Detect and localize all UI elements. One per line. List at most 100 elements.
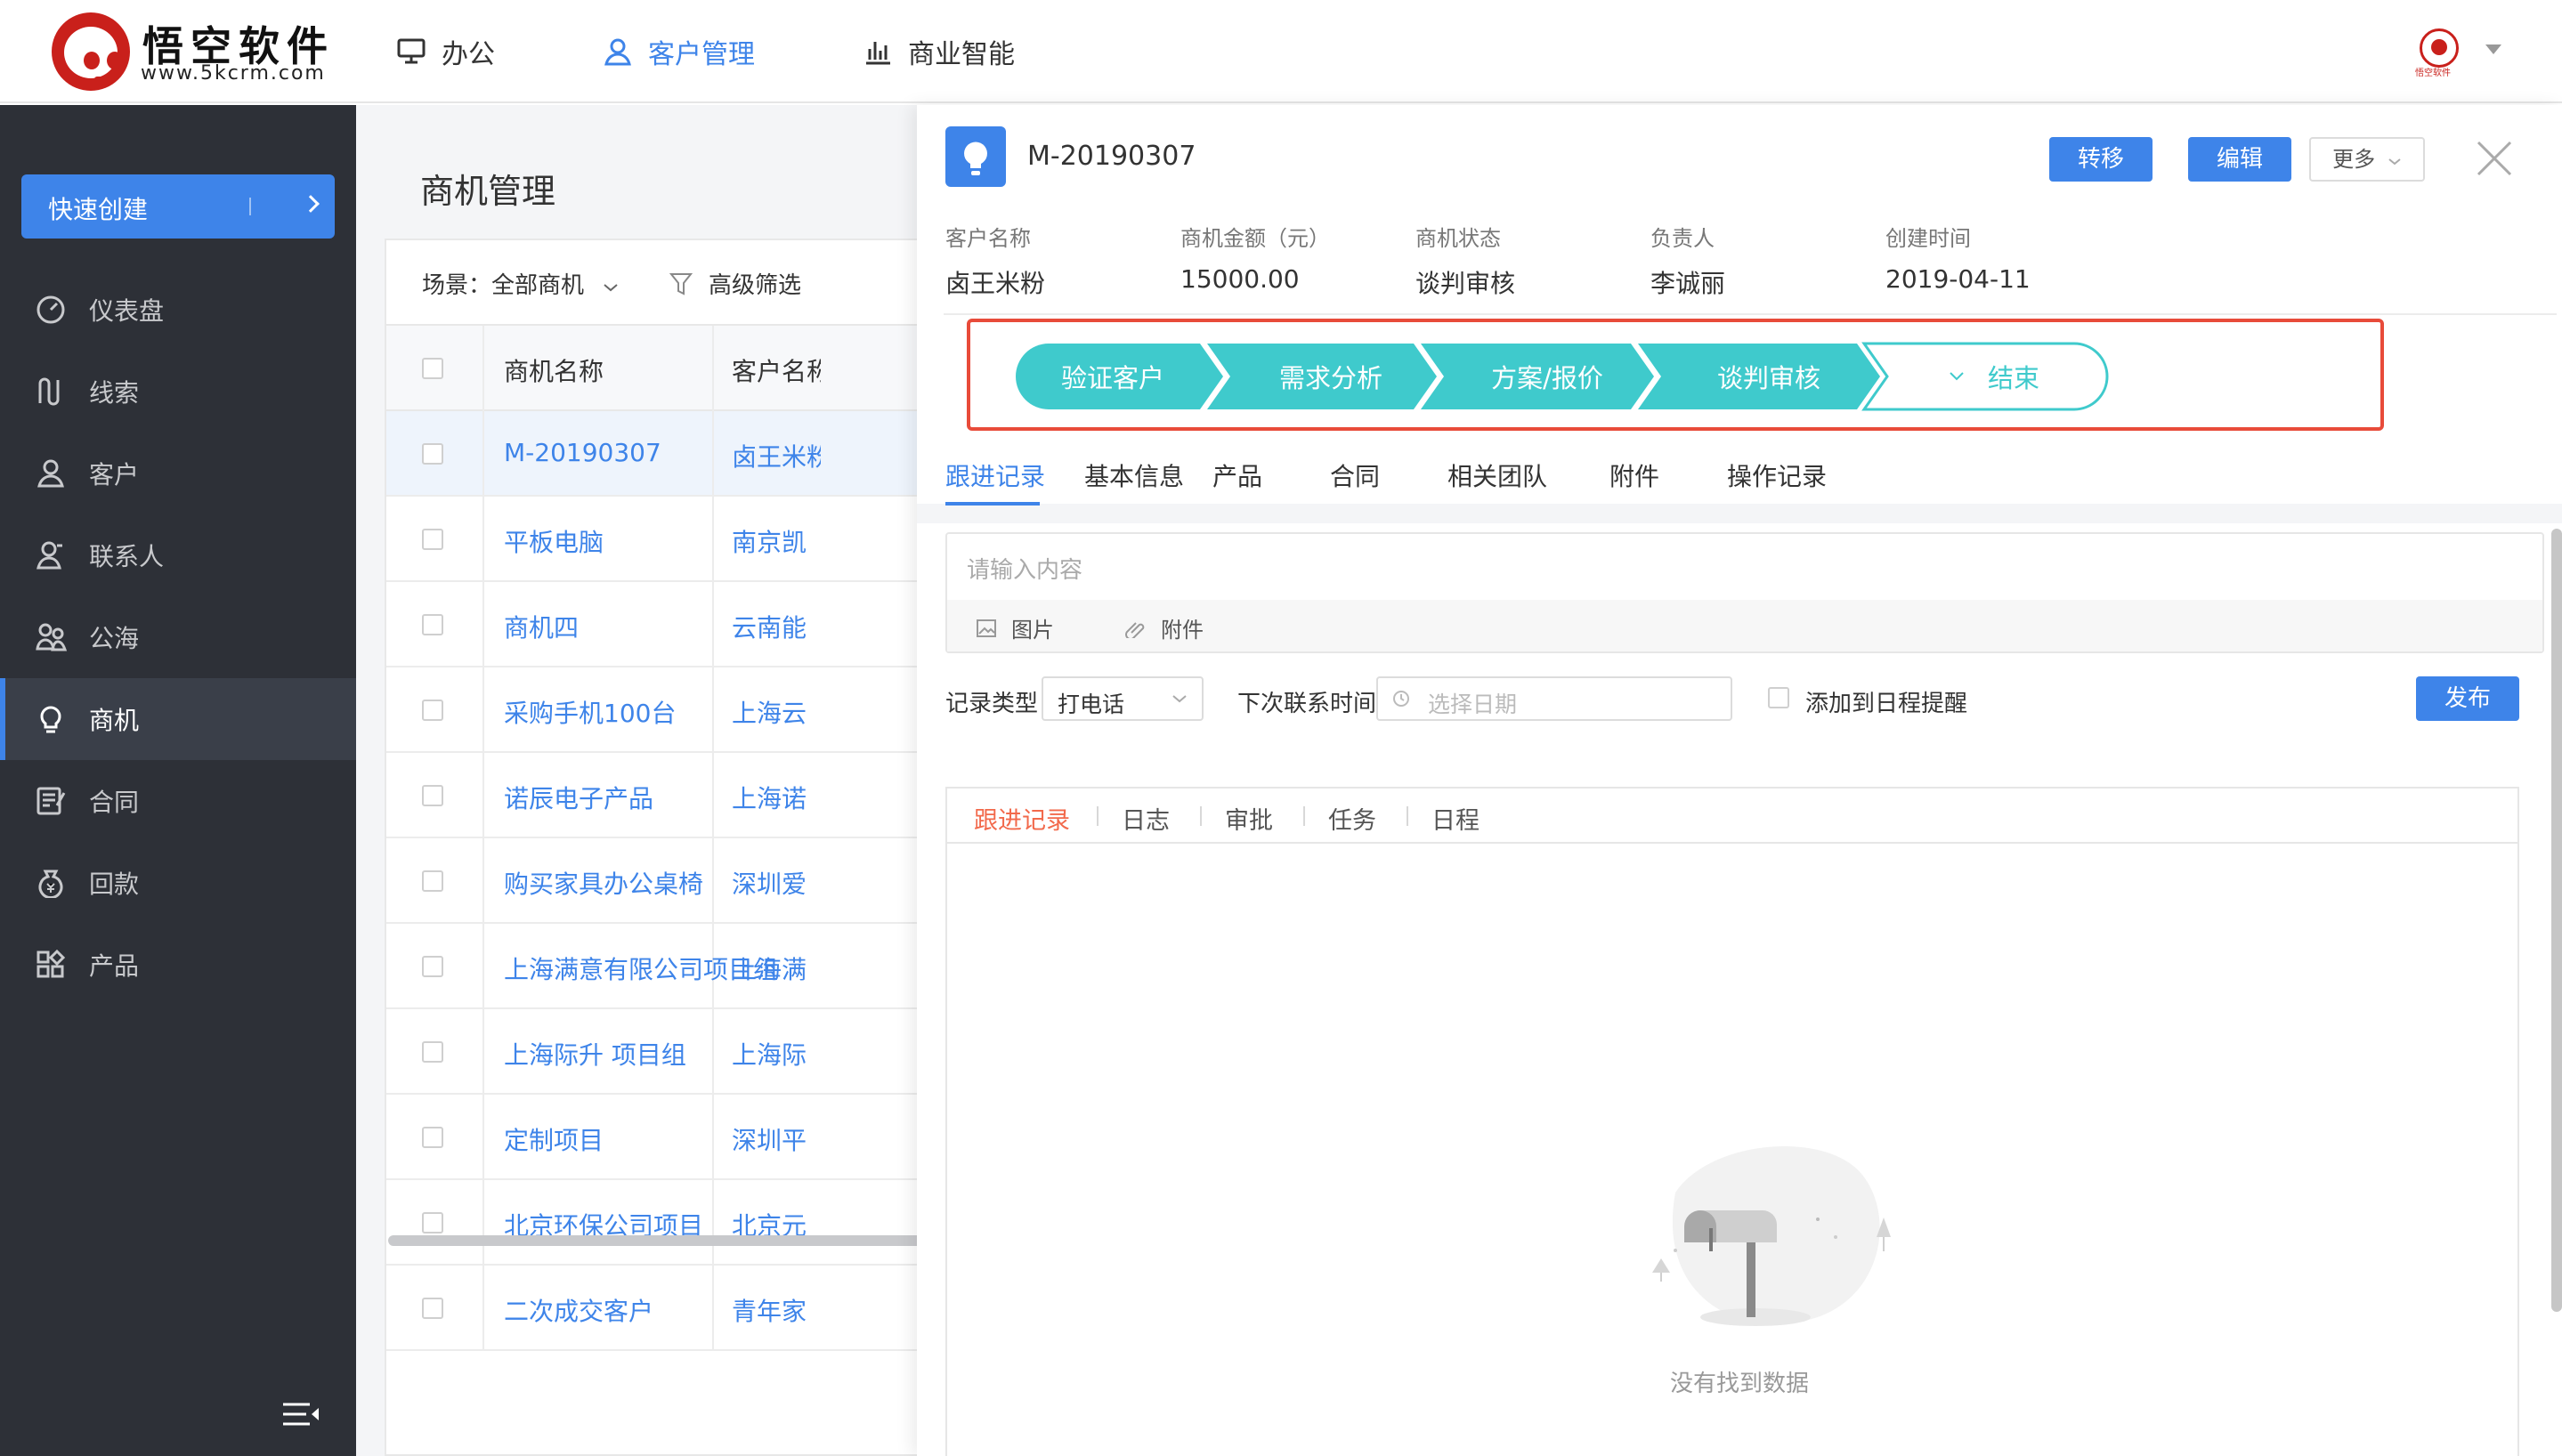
table-row[interactable]: 采购手机100台 上海云 [386, 667, 1009, 753]
customer-name-link[interactable]: 青年家 [732, 1292, 821, 1328]
topnav-bi[interactable]: 商业智能 [863, 27, 1015, 77]
row-checkbox[interactable] [422, 1041, 443, 1063]
tab-basic-info[interactable]: 基本信息 [1084, 457, 1184, 493]
row-checkbox[interactable] [422, 1298, 443, 1319]
close-icon[interactable] [2475, 139, 2514, 178]
table-row[interactable]: 上海际升 项目组 上海际 [386, 1009, 1009, 1095]
feed-tab-schedule[interactable]: 日程 [1431, 801, 1480, 836]
opportunity-name-link[interactable]: 采购手机100台 [504, 694, 676, 730]
table-row[interactable]: M-20190307 卤王米粉 [386, 411, 1009, 497]
opportunity-name-link[interactable]: 上海际升 项目组 [504, 1036, 686, 1072]
reminder-checkbox[interactable] [1768, 687, 1789, 708]
opportunity-name-link[interactable]: 商机四 [504, 609, 579, 644]
chevron-down-icon [604, 284, 618, 292]
tab-attachments[interactable]: 附件 [1609, 457, 1659, 493]
row-checkbox[interactable] [422, 956, 443, 977]
select-all-checkbox[interactable] [422, 358, 443, 379]
tab-contracts[interactable]: 合同 [1330, 457, 1380, 493]
sidebar-item-dashboard[interactable]: 仪表盘 [0, 269, 356, 351]
customer-name-link[interactable]: 卤王米粉 [732, 438, 821, 473]
edit-button[interactable]: 编辑 [2188, 137, 2291, 182]
user-icon [604, 38, 631, 66]
stage-verify-customer[interactable]: 验证客户 [1006, 344, 1220, 409]
feed-tab-follow-up[interactable]: 跟进记录 [974, 801, 1070, 836]
sidebar-item-label: 公海 [89, 624, 140, 653]
user-avatar[interactable]: 悟空软件 [2415, 28, 2459, 78]
opportunity-name-link[interactable]: 二次成交客户 [504, 1292, 653, 1328]
customer-name-link[interactable]: 上海诺 [732, 780, 821, 815]
vertical-scrollbar[interactable] [2551, 529, 2562, 1312]
sidebar-item-customer[interactable]: 客户 [0, 433, 356, 514]
horizontal-scrollbar[interactable] [388, 1235, 1008, 1246]
sidebar-item-pool[interactable]: 公海 [0, 596, 356, 678]
table-row[interactable]: 北京环保公司项目 北京元 [386, 1180, 1009, 1266]
stage-proposal[interactable]: 方案/报价 [1442, 344, 1652, 409]
more-button[interactable]: 更多 [2309, 137, 2425, 182]
customer-name-link[interactable]: 上海际 [732, 1036, 821, 1072]
stage-negotiation[interactable]: 谈判审核 [1659, 344, 1878, 409]
feed-tab-task[interactable]: 任务 [1328, 801, 1376, 836]
sidebar-item-contact[interactable]: 联系人 [0, 514, 356, 596]
stage-needs-analysis[interactable]: 需求分析 [1228, 344, 1433, 409]
follow-up-editor[interactable]: 请输入内容 图片 附件 [945, 532, 2544, 653]
customer-name-link[interactable]: 深圳平 [732, 1121, 821, 1157]
table-row[interactable]: 诺辰电子产品 上海诺 [386, 753, 1009, 838]
image-icon [977, 619, 996, 637]
feed-tab-log[interactable]: 日志 [1122, 801, 1170, 836]
tab-team[interactable]: 相关团队 [1447, 457, 1547, 493]
sidebar-item-contract[interactable]: 合同 [0, 760, 356, 842]
row-checkbox[interactable] [422, 529, 443, 550]
sidebar-item-clue[interactable]: 线索 [0, 351, 356, 433]
feed-tab-approval[interactable]: 审批 [1225, 801, 1273, 836]
table-row[interactable]: 购买家具办公桌椅 深圳爱 [386, 838, 1009, 924]
sidebar-item-payment[interactable]: 回款 [0, 842, 356, 924]
stage-end[interactable]: 结束 [1887, 344, 2101, 409]
opportunity-name-link[interactable]: 定制项目 [504, 1121, 604, 1157]
insert-attachment-button[interactable]: 附件 [1123, 612, 1204, 643]
stage-progress: 验证客户 需求分析 方案/报价 谈判审核 结束 [967, 319, 2384, 431]
customer-name-link[interactable]: 云南能 [732, 609, 821, 644]
advanced-filter-button[interactable]: 高级筛选 [669, 267, 801, 300]
transfer-button[interactable]: 转移 [2049, 137, 2153, 182]
record-type-select[interactable]: 打电话 [1042, 676, 1204, 721]
row-checkbox[interactable] [422, 1127, 443, 1148]
row-checkbox[interactable] [422, 443, 443, 465]
sidebar-item-product[interactable]: 产品 [0, 924, 356, 1006]
customer-name-link[interactable]: 南京凯 [732, 523, 821, 559]
customer-name-link[interactable]: 上海满 [732, 950, 821, 986]
tab-follow-up[interactable]: 跟进记录 [945, 457, 1045, 493]
row-checkbox[interactable] [422, 1212, 443, 1234]
table-row[interactable]: 定制项目 深圳平 [386, 1095, 1009, 1180]
quick-create-button[interactable]: 快速创建 [21, 174, 335, 239]
table-row[interactable]: 二次成交客户 青年家 [386, 1266, 1009, 1351]
opportunity-name-link[interactable]: 诺辰电子产品 [504, 780, 653, 815]
caret-down-icon[interactable] [2485, 44, 2501, 54]
tab-products[interactable]: 产品 [1212, 457, 1262, 493]
customer-name-link[interactable]: 深圳爱 [732, 865, 821, 901]
opportunity-name-link[interactable]: 购买家具办公桌椅 [504, 865, 703, 901]
brand-logo[interactable] [52, 12, 130, 91]
row-checkbox[interactable] [422, 785, 443, 806]
sidebar-item-opportunity[interactable]: 商机 [0, 678, 356, 760]
row-checkbox[interactable] [422, 700, 443, 721]
clue-icon [38, 377, 60, 406]
table-row[interactable]: 平板电脑 南京凯 [386, 497, 1009, 582]
info-amount: 商机金额（元） 15000.00 [1180, 226, 1330, 294]
insert-image-button[interactable]: 图片 [976, 612, 1054, 643]
scene-select[interactable]: 场景：全部商机 [422, 267, 620, 300]
table-row[interactable]: 上海满意有限公司项目组 上海满 [386, 924, 1009, 1009]
tab-operation-log[interactable]: 操作记录 [1727, 457, 1827, 493]
sidebar-item-label: 联系人 [89, 542, 165, 571]
collapse-menu-icon[interactable] [281, 1401, 320, 1428]
next-contact-date-input[interactable]: 选择日期 [1376, 676, 1732, 721]
topnav-label: 商业智能 [908, 39, 1015, 70]
topnav-customer[interactable]: 客户管理 [604, 27, 755, 77]
row-checkbox[interactable] [422, 870, 443, 892]
table-row[interactable]: 商机四 云南能 [386, 582, 1009, 667]
customer-name-link[interactable]: 上海云 [732, 694, 821, 730]
row-checkbox[interactable] [422, 614, 443, 635]
opportunity-name-link[interactable]: 平板电脑 [504, 523, 604, 559]
publish-button[interactable]: 发布 [2416, 676, 2519, 721]
opportunity-name-link[interactable]: M-20190307 [504, 438, 661, 467]
topnav-office[interactable]: 办公 [397, 27, 495, 77]
